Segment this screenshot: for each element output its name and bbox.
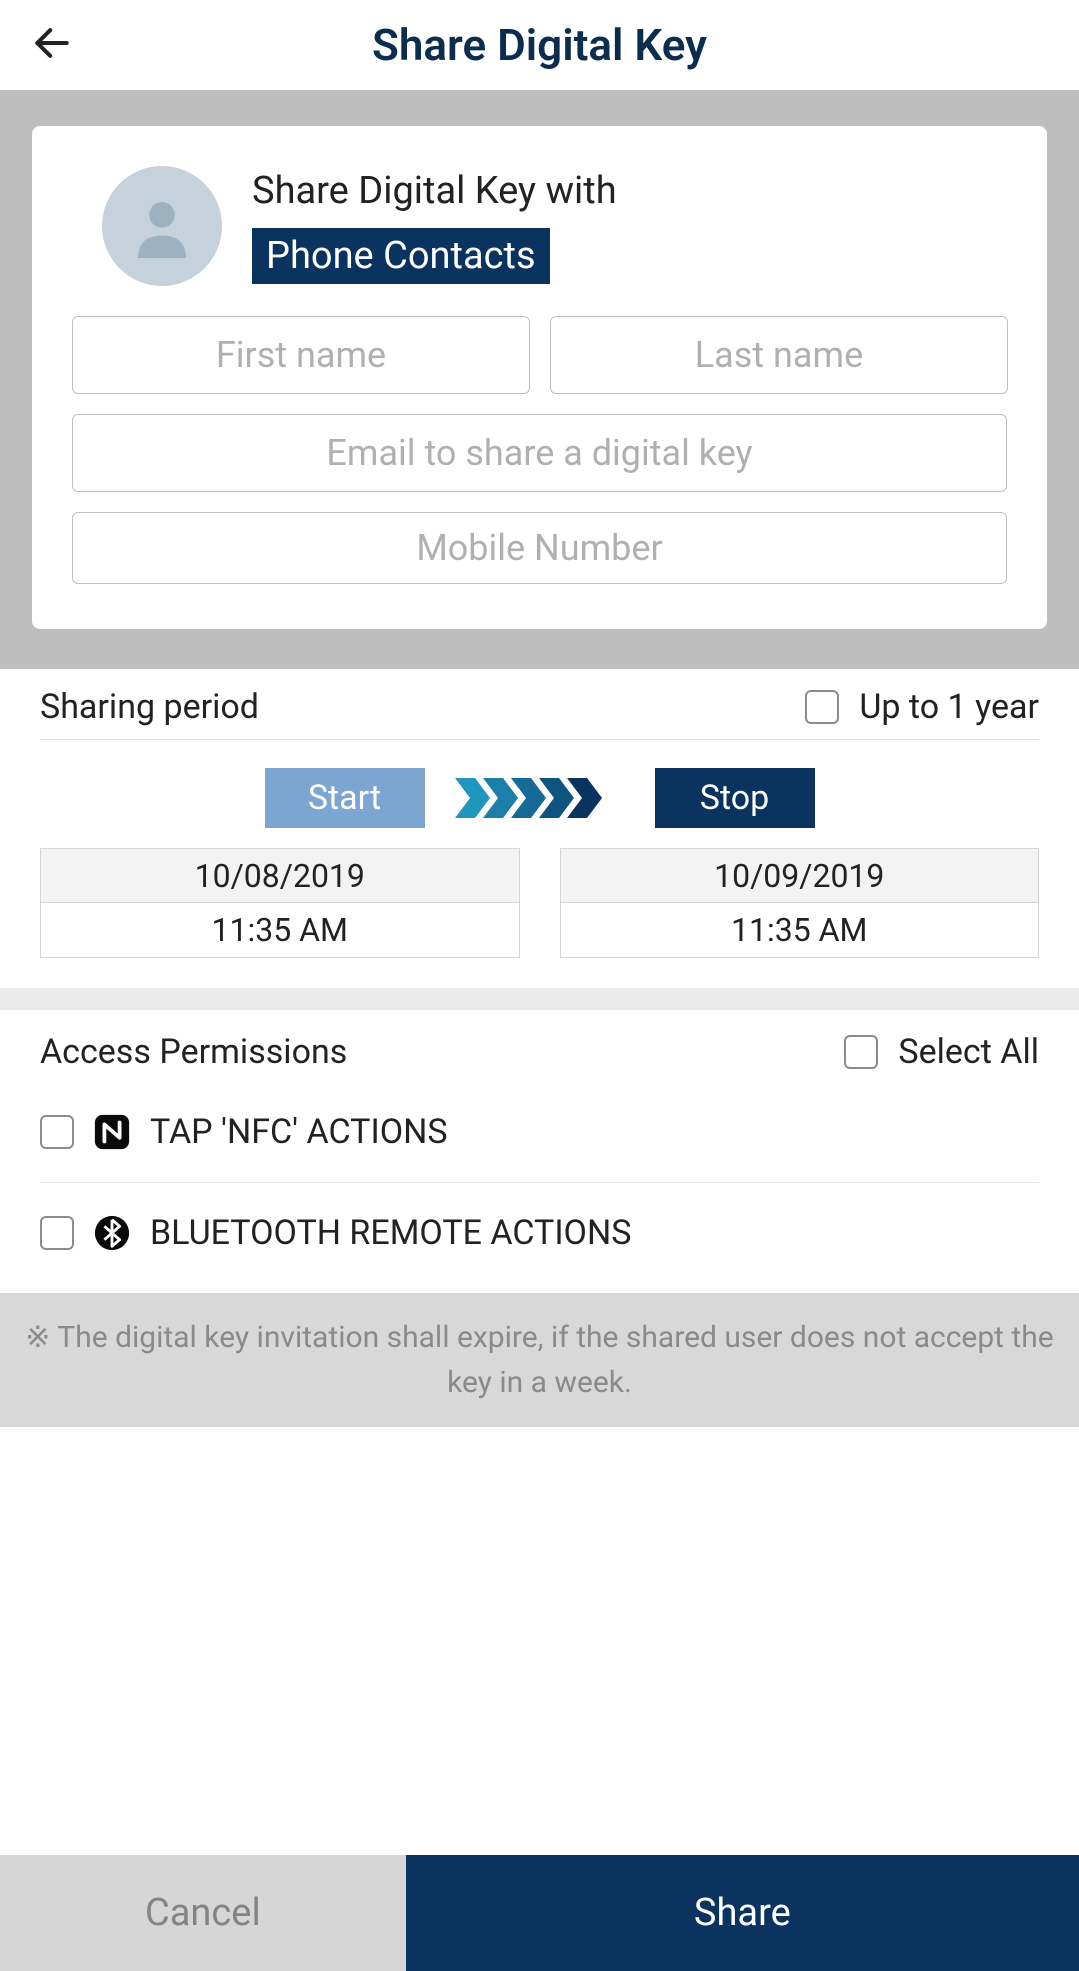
mobile-number-input[interactable] <box>72 512 1007 584</box>
sharing-period-label: Sharing period <box>40 687 259 727</box>
permission-item-bluetooth: BLUETOOTH REMOTE ACTIONS <box>40 1183 1039 1283</box>
person-icon <box>122 186 202 266</box>
start-datetime-column: 10/08/2019 11:35 AM <box>40 848 520 958</box>
header-bar: Share Digital Key <box>0 0 1079 90</box>
footer-note: ※ The digital key invitation shall expir… <box>0 1293 1079 1427</box>
stop-date-field[interactable]: 10/09/2019 <box>561 849 1039 903</box>
chevrons-icon <box>455 773 625 823</box>
bluetooth-checkbox[interactable] <box>40 1216 74 1250</box>
share-button[interactable]: Share <box>406 1855 1079 1971</box>
phone-contacts-button[interactable]: Phone Contacts <box>252 228 550 284</box>
page-title: Share Digital Key <box>0 19 1079 71</box>
cancel-button[interactable]: Cancel <box>0 1855 406 1971</box>
nfc-label: TAP 'NFC' ACTIONS <box>150 1112 448 1152</box>
permission-item-nfc: TAP 'NFC' ACTIONS <box>40 1082 1039 1183</box>
bluetooth-label: BLUETOOTH REMOTE ACTIONS <box>150 1213 631 1253</box>
back-button[interactable] <box>30 21 74 69</box>
section-spacer <box>0 988 1079 1010</box>
start-time-field[interactable]: 11:35 AM <box>41 903 519 957</box>
up-to-1-year-checkbox[interactable] <box>805 690 839 724</box>
stop-datetime-column: 10/09/2019 11:35 AM <box>560 848 1040 958</box>
select-all-label: Select All <box>898 1032 1039 1072</box>
select-all-checkbox[interactable] <box>844 1035 878 1069</box>
stop-button[interactable]: Stop <box>655 768 815 828</box>
sharing-period-section: Sharing period Up to 1 year Start Stop 1… <box>0 669 1079 988</box>
bluetooth-icon <box>92 1213 132 1253</box>
avatar <box>102 166 222 286</box>
first-name-input[interactable] <box>72 316 530 394</box>
contact-card: Share Digital Key with Phone Contacts <box>32 126 1047 629</box>
arrow-left-icon <box>30 21 74 65</box>
last-name-input[interactable] <box>550 316 1008 394</box>
bottom-action-bar: Cancel Share <box>0 1855 1079 1971</box>
stop-time-field[interactable]: 11:35 AM <box>561 903 1039 957</box>
contact-section: Share Digital Key with Phone Contacts <box>0 90 1079 669</box>
start-button[interactable]: Start <box>265 768 425 828</box>
nfc-icon <box>92 1112 132 1152</box>
nfc-checkbox[interactable] <box>40 1115 74 1149</box>
email-input[interactable] <box>72 414 1007 492</box>
share-with-label: Share Digital Key with <box>252 169 617 213</box>
permissions-section: Access Permissions Select All TAP 'NFC' … <box>0 1010 1079 1293</box>
permissions-label: Access Permissions <box>40 1032 347 1072</box>
up-to-1-year-label: Up to 1 year <box>859 687 1039 727</box>
start-date-field[interactable]: 10/08/2019 <box>41 849 519 903</box>
